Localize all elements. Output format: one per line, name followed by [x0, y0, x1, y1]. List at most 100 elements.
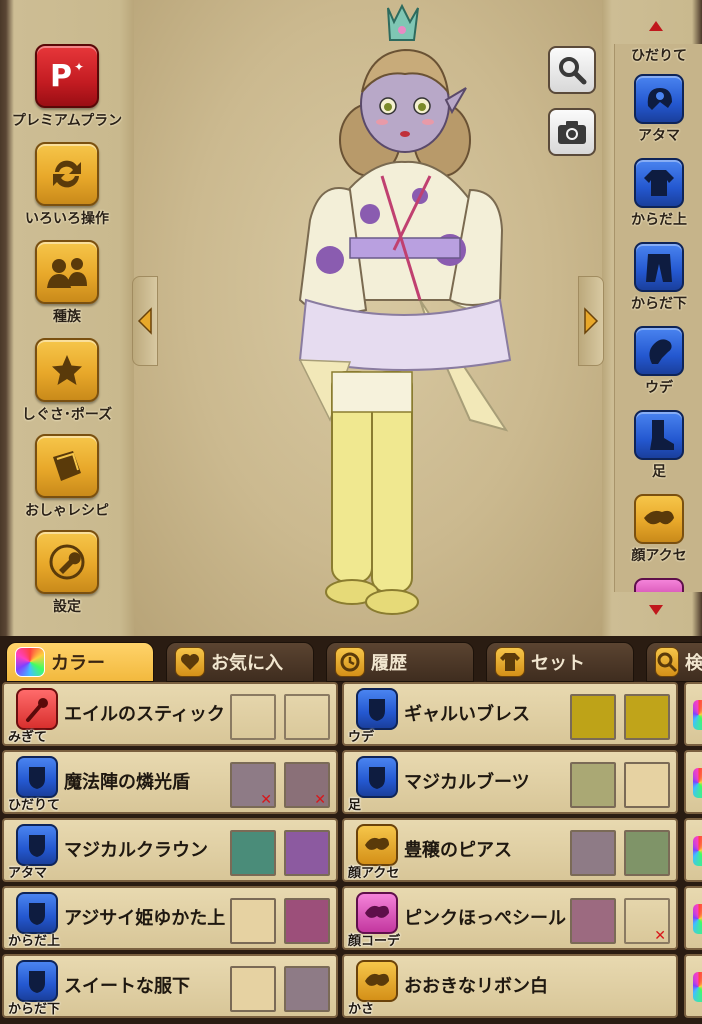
equipment-row-partial[interactable] — [684, 682, 702, 746]
equipment-slot-icon — [356, 756, 398, 798]
equipment-slot-icon — [16, 960, 58, 1002]
color-swatch-1[interactable] — [230, 694, 276, 740]
equipment-row[interactable]: かさ おおきなリボン白 — [342, 954, 678, 1018]
zoom-button[interactable] — [548, 46, 596, 94]
equipment-row[interactable]: 顔コーデ ピンクほっぺシール ✕ — [342, 886, 678, 950]
equipment-row-partial[interactable] — [684, 750, 702, 814]
color-swatch-2[interactable] — [624, 830, 670, 876]
shirt-icon — [634, 158, 684, 208]
camera-button[interactable] — [548, 108, 596, 156]
tab-set[interactable]: セット — [486, 642, 634, 682]
slot-left-hand-label: ひだりて — [631, 48, 687, 64]
tab-color[interactable]: カラー — [6, 642, 154, 682]
rotate-left-button[interactable] — [132, 276, 158, 366]
color-swatch-2[interactable] — [284, 830, 330, 876]
recipe-book-icon — [35, 434, 99, 498]
equipment-slot-label: 顔アクセ — [348, 866, 400, 881]
color-swatch-2[interactable] — [284, 966, 330, 1012]
gesture-pose-button[interactable]: しぐさ･ポーズ — [0, 338, 134, 434]
tab-search-label: 検 — [685, 653, 702, 674]
equipment-item-name: エイルのスティック — [64, 704, 225, 725]
tab-search[interactable]: 検 — [646, 642, 702, 682]
rotate-right-button[interactable] — [578, 276, 604, 366]
slot-body-bottom[interactable]: からだ下 — [615, 242, 702, 326]
color-swatch-1[interactable] — [230, 966, 276, 1012]
remove-dye-icon[interactable]: ✕ — [314, 792, 326, 808]
gauntlet-icon — [634, 326, 684, 376]
slot-body-bottom-label: からだ下 — [631, 296, 687, 312]
tab-history[interactable]: 履歴 — [326, 642, 474, 682]
slot-body-top-label: からだ上 — [631, 212, 687, 228]
color-swatch-2[interactable] — [284, 694, 330, 740]
tab-color-label: カラー — [51, 653, 105, 674]
arrow-right-icon — [584, 307, 599, 335]
equipment-item-name: マジカルブーツ — [404, 772, 530, 793]
equipment-row[interactable]: アタマ マジカルクラウン — [2, 818, 338, 882]
color-swatch-1[interactable] — [570, 898, 616, 944]
equipment-slot-list[interactable]: ひだりて アタマ からだ上 からだ下 ウデ 足 顔アクセ — [614, 44, 702, 592]
equipment-row[interactable]: 足 マジカルブーツ — [342, 750, 678, 814]
equipment-slot-icon — [356, 688, 398, 730]
equipment-row-partial[interactable] — [684, 954, 702, 1018]
slot-face-accessory-label: 顔アクセ — [631, 548, 687, 564]
slot-head[interactable]: アタマ — [615, 74, 702, 158]
slot-face-coordinate-partial[interactable] — [634, 578, 684, 592]
slot-arms-label: ウデ — [645, 380, 673, 396]
race-button[interactable]: 種族 — [0, 240, 134, 336]
tab-favorites-label: お気に入 — [211, 653, 283, 674]
heart-icon — [175, 647, 205, 677]
tab-favorites[interactable]: お気に入 — [166, 642, 314, 682]
color-swatch-2[interactable]: ✕ — [284, 762, 330, 808]
remove-dye-icon[interactable]: ✕ — [260, 792, 272, 808]
rainbow-palette-icon — [693, 972, 702, 1002]
search-icon — [655, 647, 679, 677]
equipment-slot-icon — [16, 824, 58, 866]
slot-body-top[interactable]: からだ上 — [615, 158, 702, 242]
scroll-down-arrow-icon[interactable] — [648, 604, 664, 616]
color-swatch-2[interactable] — [284, 898, 330, 944]
color-swatch-1[interactable] — [570, 830, 616, 876]
tab-history-label: 履歴 — [371, 653, 407, 674]
equipment-slot-label: 顔コーデ — [348, 934, 401, 949]
color-swatch-1[interactable] — [570, 694, 616, 740]
rainbow-palette-icon — [693, 768, 702, 798]
equipment-row-partial[interactable] — [684, 818, 702, 882]
equipment-row-partial[interactable] — [684, 886, 702, 950]
equipment-slot-icon — [16, 688, 58, 730]
color-swatch-1[interactable] — [230, 830, 276, 876]
equipment-grid-row: からだ下 スイートな服下 かさ おおきなリボン白 — [0, 954, 702, 1022]
boot-icon — [634, 410, 684, 460]
color-swatch-2[interactable] — [624, 694, 670, 740]
equipment-row[interactable]: みぎて エイルのスティック — [2, 682, 338, 746]
equipment-item-name: アジサイ姫ゆかた上 — [64, 908, 226, 929]
slot-left-hand[interactable]: ひだりて — [615, 44, 702, 65]
scroll-up-arrow-icon[interactable] — [648, 20, 664, 32]
equipment-slot-icon — [356, 960, 398, 1002]
slot-feet[interactable]: 足 — [615, 410, 702, 494]
color-swatch-2[interactable] — [624, 762, 670, 808]
character-figure[interactable] — [270, 0, 530, 620]
slot-arms[interactable]: ウデ — [615, 326, 702, 410]
equipment-item-name: ギャルいブレス — [404, 704, 530, 725]
equipment-row[interactable]: からだ上 アジサイ姫ゆかた上 — [2, 886, 338, 950]
color-swatch-1[interactable] — [230, 898, 276, 944]
fashion-recipe-button[interactable]: おしゃレシピ — [0, 434, 134, 530]
equipment-row[interactable]: ひだりて 魔法陣の燐光盾 ✕ ✕ — [2, 750, 338, 814]
remove-dye-icon[interactable]: ✕ — [654, 928, 666, 944]
premium-plan-button[interactable]: P ✦ プレミアムプラン — [0, 44, 134, 140]
wrench-icon — [35, 530, 99, 594]
equipment-row[interactable]: 顔アクセ 豊穣のピアス — [342, 818, 678, 882]
arrow-left-icon — [137, 307, 152, 335]
camera-icon — [558, 121, 586, 144]
settings-button[interactable]: 設定 — [0, 530, 134, 626]
misc-operations-button[interactable]: いろいろ操作 — [0, 142, 134, 238]
equipment-row[interactable]: ウデ ギャルいブレス — [342, 682, 678, 746]
color-swatch-1[interactable] — [570, 762, 616, 808]
slot-feet-label: 足 — [652, 464, 666, 480]
equipment-row[interactable]: からだ下 スイートな服下 — [2, 954, 338, 1018]
slot-face-accessory[interactable]: 顔アクセ — [615, 494, 702, 578]
race-change-icon — [35, 240, 99, 304]
misc-operations-label: いろいろ操作 — [25, 211, 109, 227]
color-swatch-2[interactable]: ✕ — [624, 898, 670, 944]
color-swatch-1[interactable]: ✕ — [230, 762, 276, 808]
